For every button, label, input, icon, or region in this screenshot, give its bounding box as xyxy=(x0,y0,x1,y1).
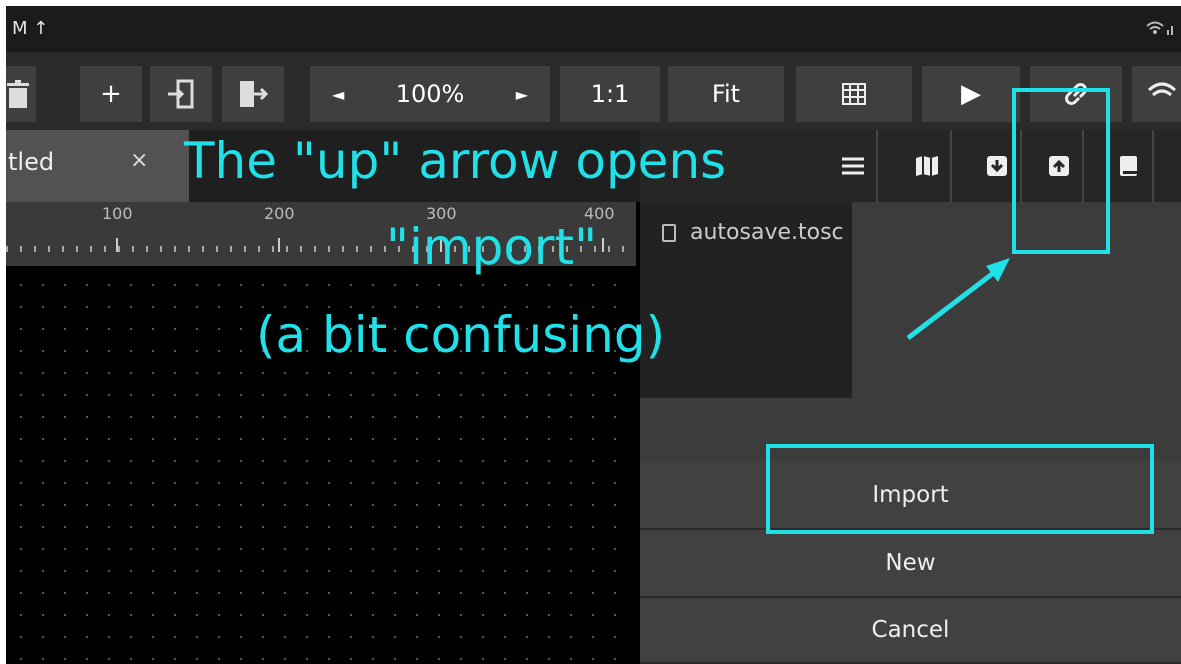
app-screen: M ↑ + ◄ 100% ► 1:1 Fit ▶ tled × 100 200 … xyxy=(6,6,1181,664)
callout-arrow xyxy=(906,258,1010,340)
